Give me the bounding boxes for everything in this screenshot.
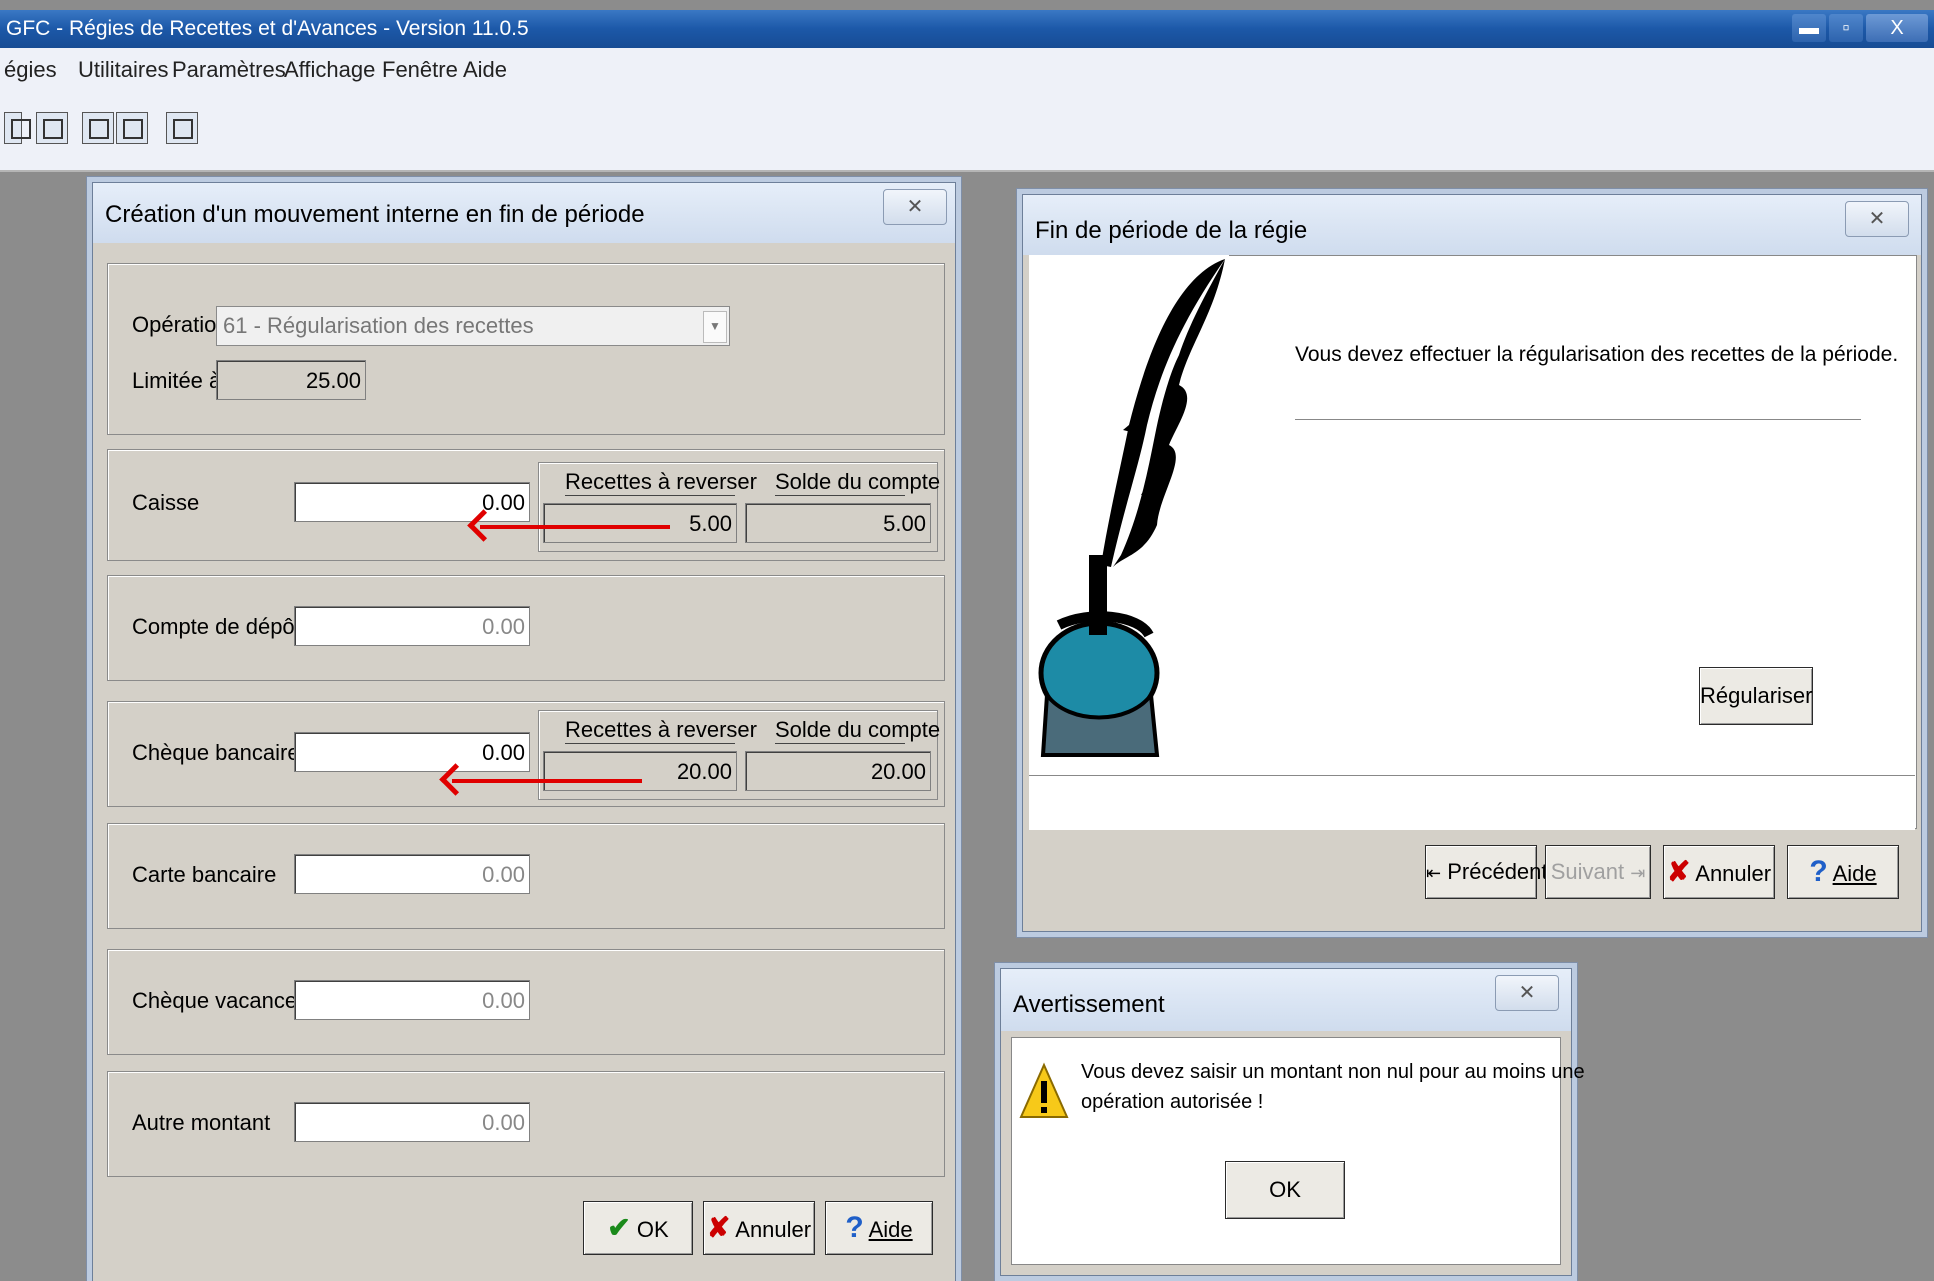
regulariser-button[interactable]: Régulariser [1699,667,1813,725]
caisse-recap: Recettes à reverser Solde du compte 5.00… [538,462,941,552]
edit-alt-icon[interactable] [116,112,148,144]
cheque-vacances-label: Chèque vacances [132,988,309,1013]
menu-utilitaires[interactable]: Utilitaires [78,57,168,83]
period-divider [1295,419,1861,421]
next-button[interactable]: Suivant ⇥ [1545,845,1651,899]
cheque-bancaire-recap: Recettes à reverser Solde du compte 20.0… [538,710,941,800]
cheque-vacances-input[interactable]: 0.00 [294,980,530,1020]
cheque-solde-value: 20.00 [745,751,931,791]
menu-affichage[interactable]: Affichage [284,57,375,83]
annotation-arrow-cheque [452,779,642,783]
chevron-down-icon[interactable]: ▼ [703,311,727,343]
operation-group: Opération 61 - Régularisation des recett… [107,263,945,435]
caisse-recettes-value: 5.00 [543,503,737,543]
movement-dialog: Création d'un mouvement interne en fin d… [92,182,956,1281]
operation-select-value: 61 - Régularisation des recettes [223,313,534,338]
warning-message-line2: opération autorisée ! [1081,1091,1264,1113]
caisse-label: Caisse [132,490,200,515]
help-button[interactable]: ? Aide [825,1201,933,1255]
toolbar [0,94,1934,172]
help-question-icon: ? [845,1211,864,1244]
maximize-button[interactable]: ▫ [1829,14,1863,42]
ok-button-label: OK [636,1217,669,1242]
annotation-arrow-caisse [480,525,670,529]
carte-bancaire-label: Carte bancaire [132,862,277,887]
cancel-button[interactable]: ✘ Annuler [703,1201,815,1255]
warning-dialog: Avertissement ✕ Vous devez saisir un mon… [1000,968,1585,1276]
operation-select[interactable]: 61 - Régularisation des recettes ▼ [216,306,730,346]
movement-dialog-titlebar: Création d'un mouvement interne en fin d… [93,183,955,243]
carte-bancaire-group: Carte bancaire 0.00 [107,823,945,929]
cheque-recettes-header: Recettes à reverser [565,717,757,744]
application-window: GFC - Régies de Recettes et d'Avances - … [0,0,1934,1281]
carte-bancaire-input[interactable]: 0.00 [294,854,530,894]
save-icon[interactable] [4,112,31,144]
period-cancel-x-icon: ✘ [1666,856,1691,887]
autre-montant-group: Autre montant 0.00 [107,1071,945,1177]
operation-label: Opération [132,312,229,337]
period-cancel-button[interactable]: ✘ Annuler [1663,845,1775,899]
search-icon[interactable] [166,112,198,144]
movement-dialog-close-icon[interactable]: ✕ [883,189,947,225]
cheque-bancaire-input[interactable]: 0.00 [294,732,530,772]
quill-illustration [1029,255,1229,775]
autre-montant-input[interactable]: 0.00 [294,1102,530,1142]
period-help-button[interactable]: ? Aide [1787,845,1899,899]
movement-dialog-title: Création d'un mouvement interne en fin d… [105,201,645,228]
menu-bar: égies Utilitaires Paramètres Affichage F… [0,48,1934,94]
limited-value: 25.00 [216,360,366,400]
cheque-bancaire-group: Chèque bancaire 0.00 Recettes à reverser… [107,701,945,807]
caisse-input[interactable]: 0.00 [294,482,530,522]
compte-depot-input[interactable]: 0.00 [294,606,530,646]
title-bar: GFC - Régies de Recettes et d'Avances - … [0,10,1934,48]
next-button-label: Suivant [1550,859,1625,884]
cheque-recettes-value: 20.00 [543,751,737,791]
period-help-button-label: Aide [1832,861,1877,886]
period-dialog-title: Fin de période de la régie [1035,217,1308,244]
autre-montant-label: Autre montant [132,1110,271,1135]
next-icon: ⇥ [1630,863,1646,883]
edit-icon[interactable] [82,112,114,144]
quill-icon [1038,259,1225,757]
cheque-vacances-group: Chèque vacances 0.00 [107,949,945,1055]
check-icon: ✔ [607,1212,631,1243]
close-button[interactable]: X [1866,14,1928,42]
warning-dialog-titlebar: Avertissement ✕ [1001,969,1571,1031]
period-footer-separator [1029,775,1915,830]
compte-depot-label: Compte de dépôt [132,614,301,639]
warning-icon [1019,1062,1069,1118]
caisse-solde-value: 5.00 [745,503,931,543]
cancel-x-icon: ✘ [706,1212,731,1243]
warning-dialog-close-icon[interactable]: ✕ [1495,975,1559,1011]
menu-aide[interactable]: Aide [463,57,507,83]
cancel-button-label: Annuler [735,1217,812,1242]
warning-message-line1: Vous devez saisir un montant non nul pou… [1081,1061,1585,1083]
period-dialog-close-icon[interactable]: ✕ [1845,201,1909,237]
previous-button[interactable]: ⇤ Précédent [1425,845,1548,899]
caisse-recettes-header: Recettes à reverser [565,469,757,496]
menu-regies[interactable]: égies [4,57,57,83]
cheque-solde-header: Solde du compte [775,717,941,744]
previous-icon: ⇤ [1426,863,1442,883]
menu-fenetre[interactable]: Fenêtre [382,57,458,83]
period-message: Vous devez effectuer la régularisation d… [1295,343,1899,366]
ok-button[interactable]: ✔ OK [583,1201,693,1255]
limited-label: Limitée à [132,368,222,393]
minimize-button[interactable]: ▬ [1792,14,1826,42]
period-dialog-titlebar: Fin de période de la régie ✕ [1023,195,1921,255]
home-icon[interactable] [36,112,68,144]
help-button-label: Aide [868,1217,913,1242]
cheque-bancaire-label: Chèque bancaire [132,740,300,765]
period-cancel-button-label: Annuler [1695,861,1772,886]
menu-parametres[interactable]: Paramètres [172,57,286,83]
caisse-solde-header: Solde du compte [775,469,941,496]
period-help-question-icon: ? [1809,855,1828,888]
warning-dialog-title: Avertissement [1013,991,1165,1018]
previous-button-label: Précédent [1447,859,1548,884]
compte-depot-group: Compte de dépôt 0.00 [107,575,945,681]
caisse-group: Caisse 0.00 Recettes à reverser Solde du… [107,449,945,561]
period-end-dialog: Fin de période de la régie ✕ Vous devez … [1022,194,1922,932]
app-title: GFC - Régies de Recettes et d'Avances - … [6,17,529,40]
warning-ok-button[interactable]: OK [1225,1161,1345,1219]
